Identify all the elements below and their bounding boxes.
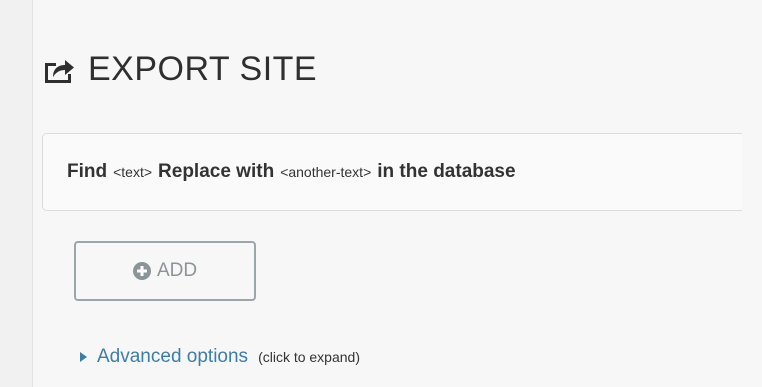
page-title: EXPORT SITE <box>88 50 318 88</box>
share-export-icon <box>45 59 74 83</box>
page: EXPORT SITE Find <text> Replace with <an… <box>0 0 762 387</box>
left-sidebar <box>0 0 33 387</box>
find-replace-rule[interactable]: Find <text> Replace with <another-text> … <box>42 133 742 211</box>
page-header: EXPORT SITE <box>42 50 317 89</box>
replace-value: <another-text> <box>280 164 372 180</box>
add-button[interactable]: ADD <box>74 241 256 301</box>
advanced-options-toggle[interactable]: Advanced options (click to expand) <box>80 346 360 368</box>
advanced-options-link[interactable]: Advanced options <box>97 346 248 368</box>
plus-circle-icon <box>132 262 151 280</box>
replace-label: Replace with <box>158 161 275 182</box>
rule-suffix: in the database <box>377 161 516 182</box>
triangle-right-icon[interactable] <box>80 352 87 362</box>
find-label: Find <box>67 161 108 182</box>
add-button-label: ADD <box>156 260 198 281</box>
advanced-options-hint: (click to expand) <box>258 349 360 365</box>
find-value: <text> <box>113 164 153 180</box>
